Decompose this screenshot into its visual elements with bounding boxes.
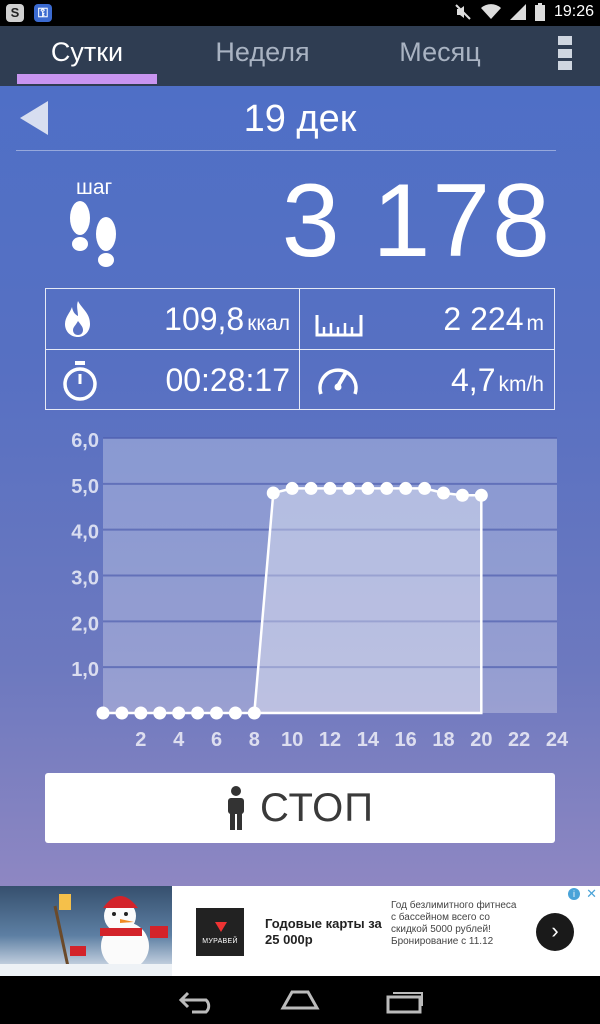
battery-icon <box>534 3 545 21</box>
chart-point <box>361 481 375 495</box>
distance-unit: m <box>526 312 545 335</box>
flame-icon <box>65 301 90 337</box>
signal-icon <box>509 4 526 20</box>
logo-triangle-icon <box>215 922 227 932</box>
chart-point <box>172 706 186 720</box>
ad-logo-text: МУРАВЕЙ <box>202 938 238 945</box>
wifi-icon <box>480 4 501 19</box>
stats-grid: 109,8 ккал 2 224 m 00:28:17 4,7 km/h <box>45 288 555 410</box>
speed-stat: 4,7 km/h <box>300 350 554 410</box>
x-tick-label: 24 <box>546 729 569 751</box>
ad-body-text[interactable]: Год безлимитного фитнеса с бассейном все… <box>391 900 521 948</box>
duration-stat: 00:28:17 <box>46 350 300 410</box>
navigation-bar <box>0 976 600 1024</box>
ad-banner[interactable]: МУРАВЕЙ Годовые карты за 25 000р Год без… <box>0 886 600 976</box>
chart-point <box>285 481 299 495</box>
chart-point <box>96 706 110 720</box>
x-tick-label: 4 <box>173 729 185 751</box>
chart-point <box>323 481 337 495</box>
recent-apps-icon[interactable] <box>386 986 424 1014</box>
chart-point <box>191 706 205 720</box>
speed-unit: km/h <box>498 373 544 396</box>
chart-point <box>228 706 242 720</box>
overflow-menu-icon[interactable] <box>558 36 572 70</box>
snowman-illustration <box>0 894 172 976</box>
back-icon[interactable] <box>178 986 216 1014</box>
x-tick-label: 12 <box>319 729 341 751</box>
mute-icon <box>455 4 471 20</box>
date-row: 19 дек <box>0 86 600 152</box>
x-tick-label: 22 <box>508 729 530 751</box>
duration-value: 00:28:17 <box>165 362 290 398</box>
pedometer-app: Сутки Неделя Месяц 19 дек шаг 3 178 109,… <box>0 26 600 886</box>
divider <box>16 150 556 151</box>
chart-point <box>153 706 167 720</box>
chart-point <box>418 481 432 495</box>
skype-icon: S <box>6 4 24 22</box>
stop-button[interactable]: СТОП <box>45 773 555 843</box>
ad-headline[interactable]: Годовые карты за 25 000р <box>265 916 385 948</box>
ruler-icon <box>315 315 363 337</box>
person-icon <box>227 786 244 830</box>
chart-point <box>210 706 223 720</box>
chart-point <box>115 706 129 720</box>
chart-point <box>266 486 280 500</box>
tab-month[interactable]: Месяц <box>370 26 510 86</box>
home-icon[interactable] <box>280 986 320 1014</box>
x-tick-label: 20 <box>470 729 492 751</box>
ad-close-icon[interactable]: ✕ <box>586 886 597 902</box>
ad-logo[interactable]: МУРАВЕЙ <box>196 908 244 956</box>
distance-value: 2 224 <box>443 301 524 337</box>
steps-count: 3 178 <box>281 163 552 279</box>
status-time: 19:26 <box>553 3 594 20</box>
chart-point <box>304 481 318 495</box>
date-label: 19 дек <box>243 98 357 140</box>
x-tick-label: 16 <box>395 729 417 751</box>
calories-unit: ккал <box>247 312 290 335</box>
x-tick-label: 8 <box>249 729 260 751</box>
x-tick-label: 14 <box>357 729 380 751</box>
ad-info-icon[interactable]: i <box>568 888 580 900</box>
speedometer-icon <box>318 368 358 395</box>
calories-stat: 109,8 ккал <box>46 289 300 349</box>
tab-week[interactable]: Неделя <box>190 26 335 86</box>
tab-bar: Сутки Неделя Месяц <box>0 26 600 86</box>
y-tick-label: 2,0 <box>71 613 99 635</box>
x-tick-label: 2 <box>135 729 146 751</box>
stopwatch-icon <box>63 361 97 401</box>
y-tick-label: 6,0 <box>71 430 99 452</box>
x-tick-label: 18 <box>432 729 454 751</box>
chart-point <box>342 481 356 495</box>
calories-value: 109,8 <box>164 301 245 337</box>
chart-point <box>399 481 413 495</box>
chart-point <box>474 488 488 502</box>
active-tab-indicator <box>17 74 157 84</box>
y-tick-label: 5,0 <box>71 476 99 498</box>
chart-point <box>455 488 469 502</box>
vpn-key-icon: ⚿ <box>34 4 52 22</box>
chart-point <box>247 706 261 720</box>
chart-point <box>437 486 450 500</box>
y-tick-label: 1,0 <box>71 659 99 681</box>
chart-point <box>134 706 148 720</box>
x-tick-label: 6 <box>211 729 222 751</box>
ad-next-icon[interactable]: › <box>536 913 574 951</box>
speed-value: 4,7 <box>451 362 496 398</box>
x-tick-label: 10 <box>281 729 303 751</box>
activity-chart: 1,0 2,0 3,0 4,0 5,0 6,0 2 4 6 8 10 12 14 16 18 20 22 24 <box>0 426 600 786</box>
footprints-icon <box>70 201 116 267</box>
distance-stat: 2 224 m <box>300 289 554 349</box>
ad-image[interactable] <box>0 886 172 976</box>
status-bar: S ⚿ 19:26 <box>0 0 600 26</box>
chart-point <box>380 481 394 495</box>
y-tick-label: 3,0 <box>71 568 99 590</box>
y-tick-label: 4,0 <box>71 522 99 544</box>
stop-button-label: СТОП <box>259 785 375 830</box>
